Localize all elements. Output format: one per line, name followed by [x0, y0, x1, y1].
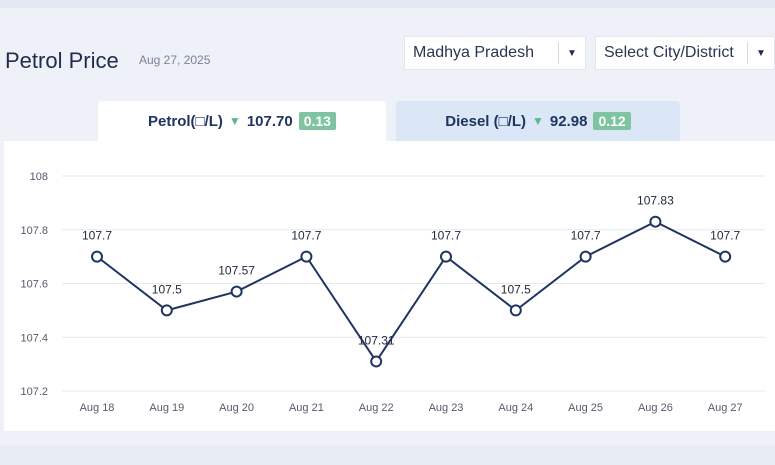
y-tick-label: 108 [30, 171, 48, 183]
y-tick-label: 107.4 [20, 332, 48, 344]
data-point [370, 355, 383, 368]
data-point [509, 304, 522, 317]
state-select[interactable]: Madhya Pradesh ▼ [404, 36, 586, 70]
data-label: 107.7 [291, 229, 321, 243]
x-tick-label: Aug 24 [498, 402, 533, 414]
x-tick-label: Aug 20 [219, 402, 254, 414]
state-select-value: Madhya Pradesh [413, 44, 534, 61]
data-label: 107.5 [501, 282, 531, 296]
x-tick-label: Aug 21 [289, 402, 324, 414]
page-date: Aug 27, 2025 [139, 53, 211, 67]
triangle-down-icon: ▼ [532, 114, 544, 128]
x-tick-label: Aug 27 [708, 402, 743, 414]
tab-petrol-change-badge: 0.13 [298, 112, 336, 130]
x-tick-label: Aug 25 [568, 402, 603, 414]
data-label: 107.7 [82, 229, 112, 243]
bottom-strip [0, 445, 775, 465]
data-point [160, 304, 173, 317]
tab-diesel-price: 92.98 [549, 112, 588, 130]
y-tick-label: 107.8 [20, 225, 48, 237]
data-label: 107.7 [431, 229, 461, 243]
data-point [440, 250, 452, 263]
data-label: 107.31 [358, 333, 395, 347]
price-chart-card: 107.2 107.4 107.6 107.8 108 Aug 18 Aug 19 Aug 2… [4, 141, 775, 431]
series-line [96, 220, 726, 364]
city-select[interactable]: Select City/District ▼ [595, 36, 775, 70]
data-label: 107.5 [152, 282, 182, 296]
data-point [300, 250, 313, 263]
price-header: Petrol Price Aug 27, 2025 Madhya Pradesh… [0, 20, 775, 80]
x-tick-label: Aug 22 [359, 402, 394, 414]
data-point [230, 285, 243, 298]
data-label: 107.83 [637, 194, 674, 208]
caret-down-icon[interactable]: ▼ [559, 48, 585, 59]
tab-petrol-price: 107.70 [246, 112, 293, 130]
data-point [649, 215, 662, 228]
y-tick-label: 107.2 [20, 386, 48, 398]
x-tick-label: Aug 26 [638, 402, 673, 414]
x-tick-label: Aug 19 [149, 402, 184, 414]
triangle-down-icon: ▼ [228, 114, 241, 128]
data-label: 107.7 [710, 229, 740, 243]
price-line-chart: 107.2 107.4 107.6 107.8 108 Aug 18 Aug 19 Aug 2… [20, 171, 765, 414]
tab-diesel-label: Diesel (□/L) [445, 112, 527, 130]
x-tick-label: Aug 23 [429, 402, 464, 414]
data-label: 107.7 [571, 229, 601, 243]
data-point [579, 250, 592, 263]
tab-petrol[interactable]: Petrol(□/L) ▼ 107.70 0.13 [98, 101, 386, 141]
tab-petrol-label: Petrol(□/L) [148, 112, 223, 130]
tab-diesel-change-badge: 0.12 [593, 112, 631, 130]
data-point [719, 250, 732, 263]
top-strip [0, 0, 775, 8]
page-title: Petrol Price [5, 48, 119, 73]
y-tick-label: 107.6 [20, 279, 48, 291]
city-select-value: Select City/District [604, 44, 734, 61]
tab-diesel[interactable]: Diesel (□/L) ▼ 92.98 0.12 [396, 101, 680, 141]
x-tick-label: Aug 18 [80, 402, 115, 414]
data-point [91, 250, 103, 263]
caret-down-icon[interactable]: ▼ [748, 48, 774, 59]
data-label: 107.57 [218, 264, 255, 278]
